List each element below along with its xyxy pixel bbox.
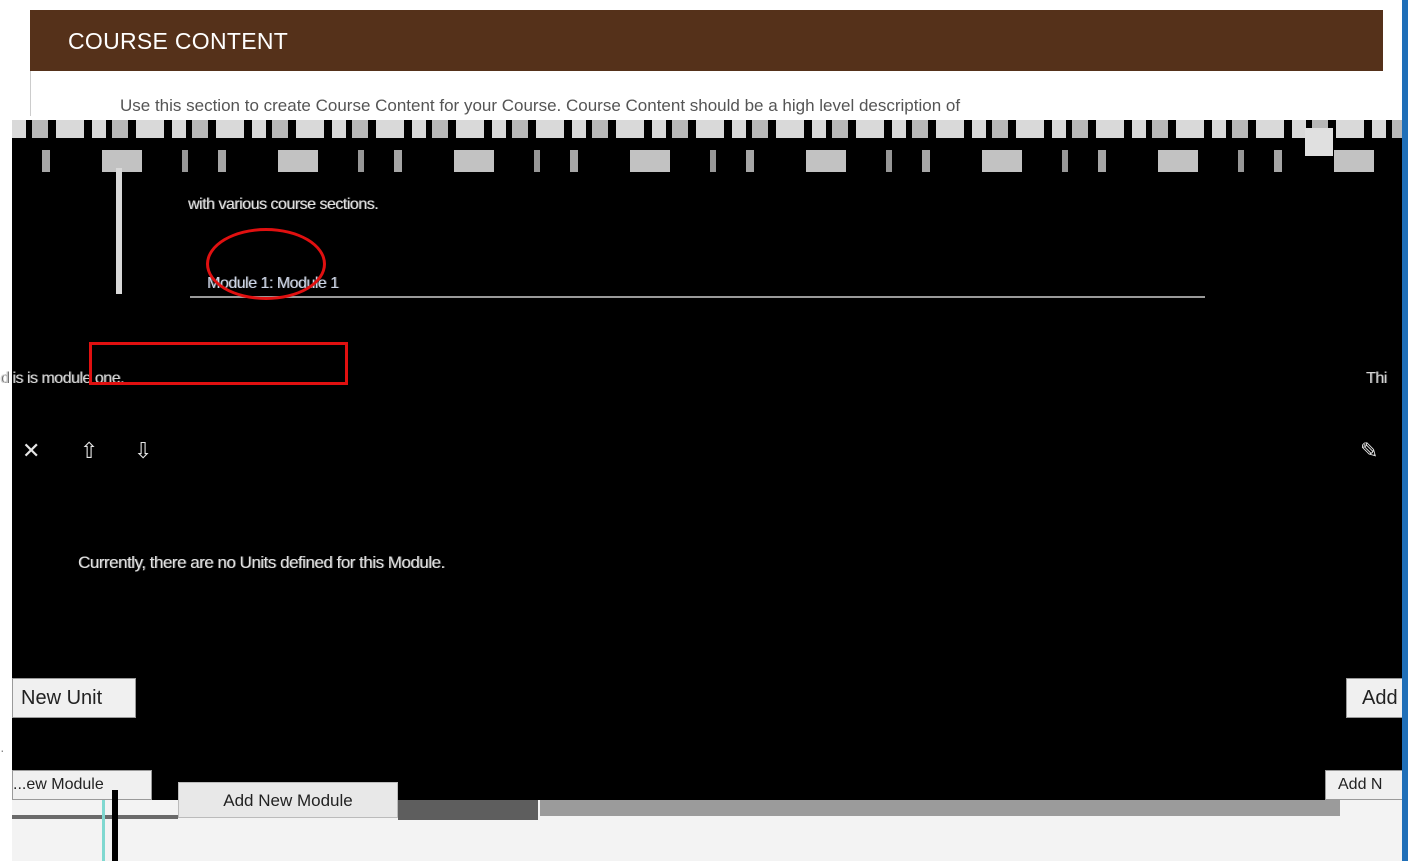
annotation-circle (206, 228, 326, 300)
render-artifact (1305, 128, 1333, 156)
course-content-header: COURSE CONTENT (30, 10, 1383, 71)
annotation-rectangle (89, 342, 348, 385)
module-description-right: Thi (1366, 370, 1387, 387)
divider (116, 168, 122, 294)
no-units-message: Currently, there are no Units defined fo… (78, 553, 445, 572)
add-new-button-right[interactable]: Add N (1325, 770, 1408, 800)
arrow-up-icon[interactable]: ⇧ (80, 440, 98, 462)
render-artifact: · (0, 742, 5, 758)
window-edge (1402, 0, 1408, 861)
intro-continuation: with various course sections. (188, 196, 379, 213)
page-title: COURSE CONTENT (68, 28, 289, 54)
render-artifact (12, 150, 1408, 172)
render-artifact (112, 790, 118, 861)
new-unit-button[interactable]: New Unit (12, 678, 136, 718)
add-new-module-button[interactable]: Add New Module (178, 782, 398, 818)
module-panel (12, 120, 1408, 800)
divider (190, 296, 1205, 298)
divider (12, 815, 178, 819)
close-x-icon[interactable]: ✕ (22, 440, 40, 462)
render-artifact (12, 120, 1408, 138)
render-artifact (540, 800, 1340, 816)
render-artifact (102, 800, 105, 861)
intro-text: Use this section to create Course Conten… (120, 96, 961, 115)
add-button-right[interactable]: Add (1346, 678, 1408, 718)
render-artifact (398, 800, 538, 820)
arrow-down-icon[interactable]: ⇩ (134, 440, 152, 462)
new-module-button-left[interactable]: ...ew Module (12, 770, 152, 800)
pencil-edit-icon[interactable]: ✎ (1360, 440, 1378, 462)
